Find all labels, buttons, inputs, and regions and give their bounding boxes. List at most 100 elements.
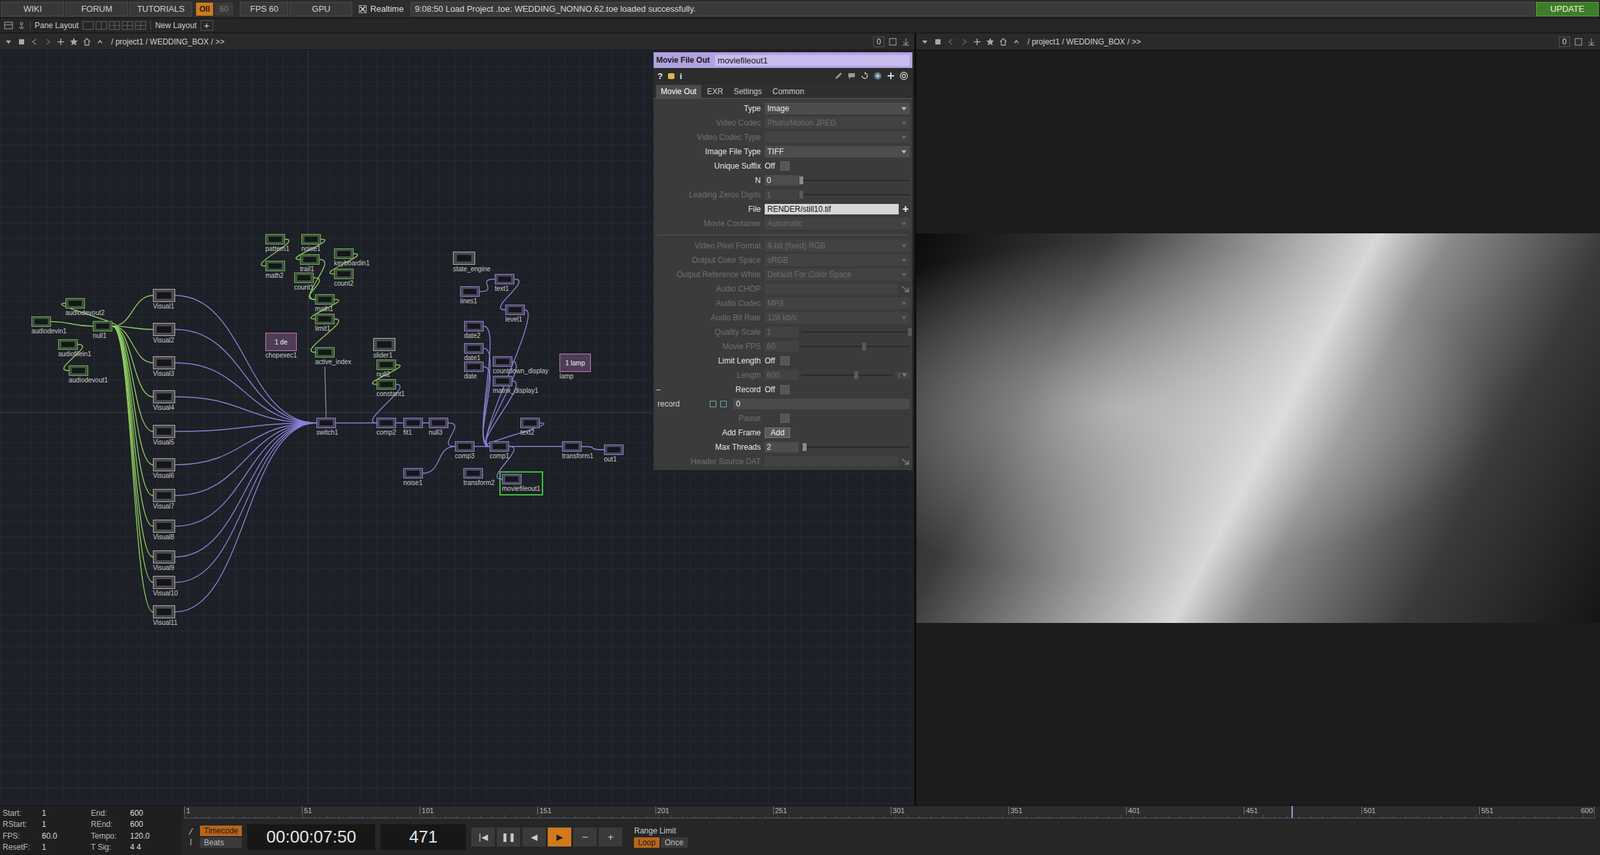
- operator-node[interactable]: math2: [265, 260, 285, 280]
- viewer[interactable]: [916, 50, 1600, 806]
- node-label[interactable]: chopexec1: [265, 351, 297, 360]
- fps-item[interactable]: FPS 60: [239, 1, 289, 17]
- node-label[interactable]: noise1: [301, 245, 321, 253]
- wire[interactable]: [112, 326, 153, 557]
- operator-name-field[interactable]: moviefileout1: [715, 54, 910, 67]
- node-box[interactable]: [464, 361, 484, 372]
- node-box[interactable]: [460, 286, 480, 297]
- timeline-setting[interactable]: FPS:60.0: [2, 830, 91, 842]
- operator-node[interactable]: date: [464, 361, 484, 381]
- node-box[interactable]: [489, 441, 510, 452]
- node-box[interactable]: [492, 375, 513, 387]
- timeline-setting[interactable]: ResetF:1: [2, 841, 91, 853]
- wire[interactable]: [175, 396, 317, 423]
- node-box[interactable]: [265, 233, 285, 245]
- node-box[interactable]: [301, 233, 321, 245]
- node-box[interactable]: [152, 390, 176, 404]
- node-label[interactable]: text1: [494, 284, 510, 293]
- reference-field[interactable]: [764, 456, 899, 467]
- wire[interactable]: [448, 422, 455, 447]
- operator-node[interactable]: constant1: [376, 379, 405, 399]
- operator-node[interactable]: null1: [92, 320, 113, 340]
- node-box[interactable]: [464, 343, 484, 354]
- node-box[interactable]: [376, 417, 397, 429]
- node-box[interactable]: [603, 444, 624, 455]
- number-field[interactable]: 600: [764, 369, 799, 381]
- operator-node[interactable]: math1: [315, 294, 335, 314]
- node-box[interactable]: [265, 260, 285, 272]
- home-icon[interactable]: [82, 37, 92, 47]
- node-box[interactable]: [333, 268, 354, 280]
- node-label[interactable]: audiofilein1: [58, 350, 92, 359]
- node-box[interactable]: [403, 417, 423, 429]
- layout-preset-icon[interactable]: [108, 20, 121, 31]
- toggle[interactable]: Off: [764, 356, 790, 366]
- node-box[interactable]: [373, 337, 396, 351]
- split-icon[interactable]: [888, 37, 898, 47]
- playhead[interactable]: [1291, 805, 1293, 818]
- node-box[interactable]: [294, 272, 314, 284]
- node-box[interactable]: [152, 322, 176, 336]
- caret-icon[interactable]: [3, 37, 14, 47]
- operator-node[interactable]: transform2: [463, 467, 495, 487]
- slash-icon[interactable]: [186, 827, 195, 836]
- node-box[interactable]: [315, 313, 335, 325]
- operator-node[interactable]: noise1: [301, 233, 321, 253]
- menu-item[interactable]: FORUM: [65, 1, 129, 17]
- unit-menu[interactable]: I: [895, 371, 910, 380]
- node-box[interactable]: [428, 417, 449, 429]
- wire[interactable]: [479, 279, 495, 292]
- wire[interactable]: [175, 422, 317, 496]
- download-icon[interactable]: [901, 37, 911, 47]
- transport-button[interactable]: ◀: [522, 827, 546, 847]
- operator-node[interactable]: comp3: [454, 441, 475, 461]
- timeline-setting[interactable]: Tempo:120.0: [90, 830, 180, 842]
- timeline-setting[interactable]: RStart:1: [2, 818, 91, 831]
- node-box[interactable]: [315, 294, 335, 305]
- node-label[interactable]: Visual7: [152, 502, 175, 511]
- operator-node[interactable]: pattern1: [265, 233, 290, 253]
- reference-arrow-icon[interactable]: [900, 284, 910, 293]
- node-label[interactable]: Visual8: [152, 533, 175, 542]
- reference-field[interactable]: [764, 283, 899, 295]
- node-box[interactable]: [463, 467, 484, 479]
- timeline-setting[interactable]: End:600: [90, 807, 180, 819]
- node-label[interactable]: Visual2: [152, 336, 175, 345]
- node-label[interactable]: keyboardin1: [333, 259, 370, 268]
- wire[interactable]: [483, 348, 491, 447]
- number-field[interactable]: 2: [764, 441, 799, 453]
- node-label[interactable]: null2: [376, 370, 391, 379]
- node-label[interactable]: limit1: [315, 324, 331, 333]
- operator-node[interactable]: state_engine: [452, 251, 491, 274]
- wire[interactable]: [396, 422, 404, 423]
- operator-node[interactable]: Visual3: [152, 356, 176, 378]
- node-box[interactable]: [152, 424, 176, 438]
- operator-node[interactable]: comp2: [376, 417, 397, 437]
- node-label[interactable]: math2: [265, 271, 284, 280]
- panel-tab[interactable]: EXR: [702, 84, 729, 99]
- menu-field[interactable]: 128 kb/s: [764, 311, 910, 324]
- wire[interactable]: [175, 362, 317, 423]
- up-icon[interactable]: [1011, 37, 1021, 47]
- layout-preset-icon[interactable]: [121, 20, 134, 31]
- operator-node[interactable]: fit1: [403, 417, 423, 437]
- node-label[interactable]: state_engine: [452, 265, 491, 274]
- toggle[interactable]: Off: [764, 384, 790, 395]
- operator-node[interactable]: countdown_display: [492, 356, 549, 376]
- operator-node[interactable]: audiodevout2: [65, 298, 105, 317]
- up-icon[interactable]: [95, 37, 105, 47]
- expression-checkbox[interactable]: [720, 400, 727, 408]
- wire[interactable]: [175, 329, 317, 423]
- node-label[interactable]: count1: [294, 283, 314, 292]
- node-label[interactable]: lines1: [460, 297, 478, 306]
- time-mode-button[interactable]: Beats: [200, 837, 242, 848]
- download-icon[interactable]: [1586, 37, 1597, 47]
- transport-button[interactable]: +: [598, 827, 623, 847]
- node-label[interactable]: date2: [464, 332, 481, 340]
- split-icon[interactable]: [1573, 37, 1584, 47]
- node-label[interactable]: text2: [520, 428, 535, 437]
- range-mode-button[interactable]: Once: [660, 837, 688, 848]
- timeline-setting[interactable]: Start:1: [2, 807, 91, 819]
- wire[interactable]: [175, 422, 317, 583]
- edit-icon[interactable]: [833, 71, 844, 81]
